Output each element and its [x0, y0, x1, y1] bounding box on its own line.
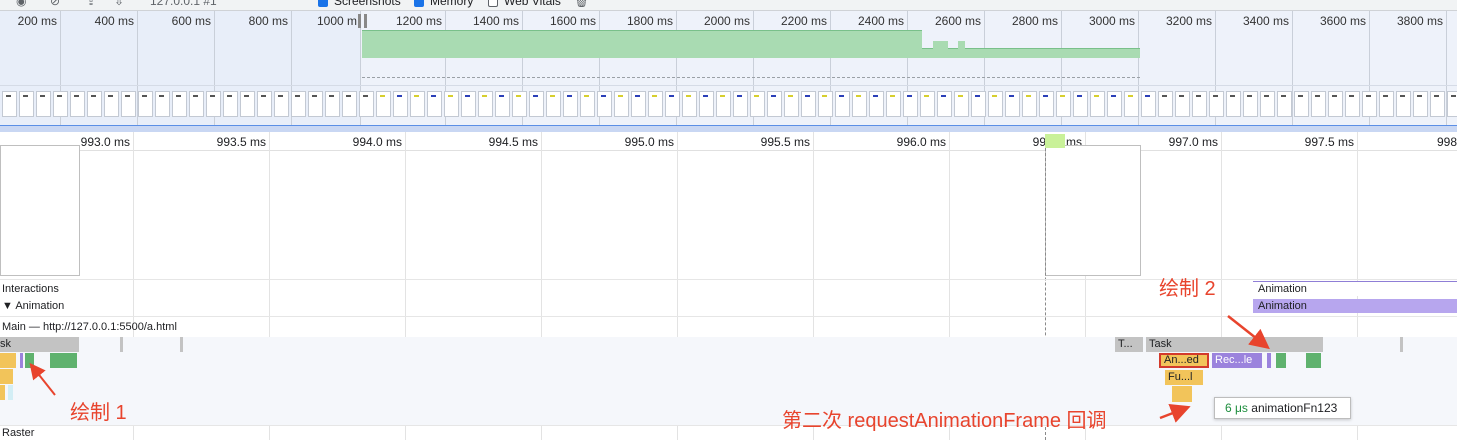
event-tooltip: 6 μs animationFn123	[1214, 397, 1351, 419]
tooltip-duration: 6 μs	[1225, 401, 1248, 415]
arrow-second-raf	[1159, 404, 1191, 423]
arrow-draw-1	[29, 362, 56, 396]
annotation-arrows	[29, 315, 1270, 423]
tooltip-name: animationFn123	[1251, 401, 1338, 415]
arrow-draw-2	[1227, 315, 1270, 350]
